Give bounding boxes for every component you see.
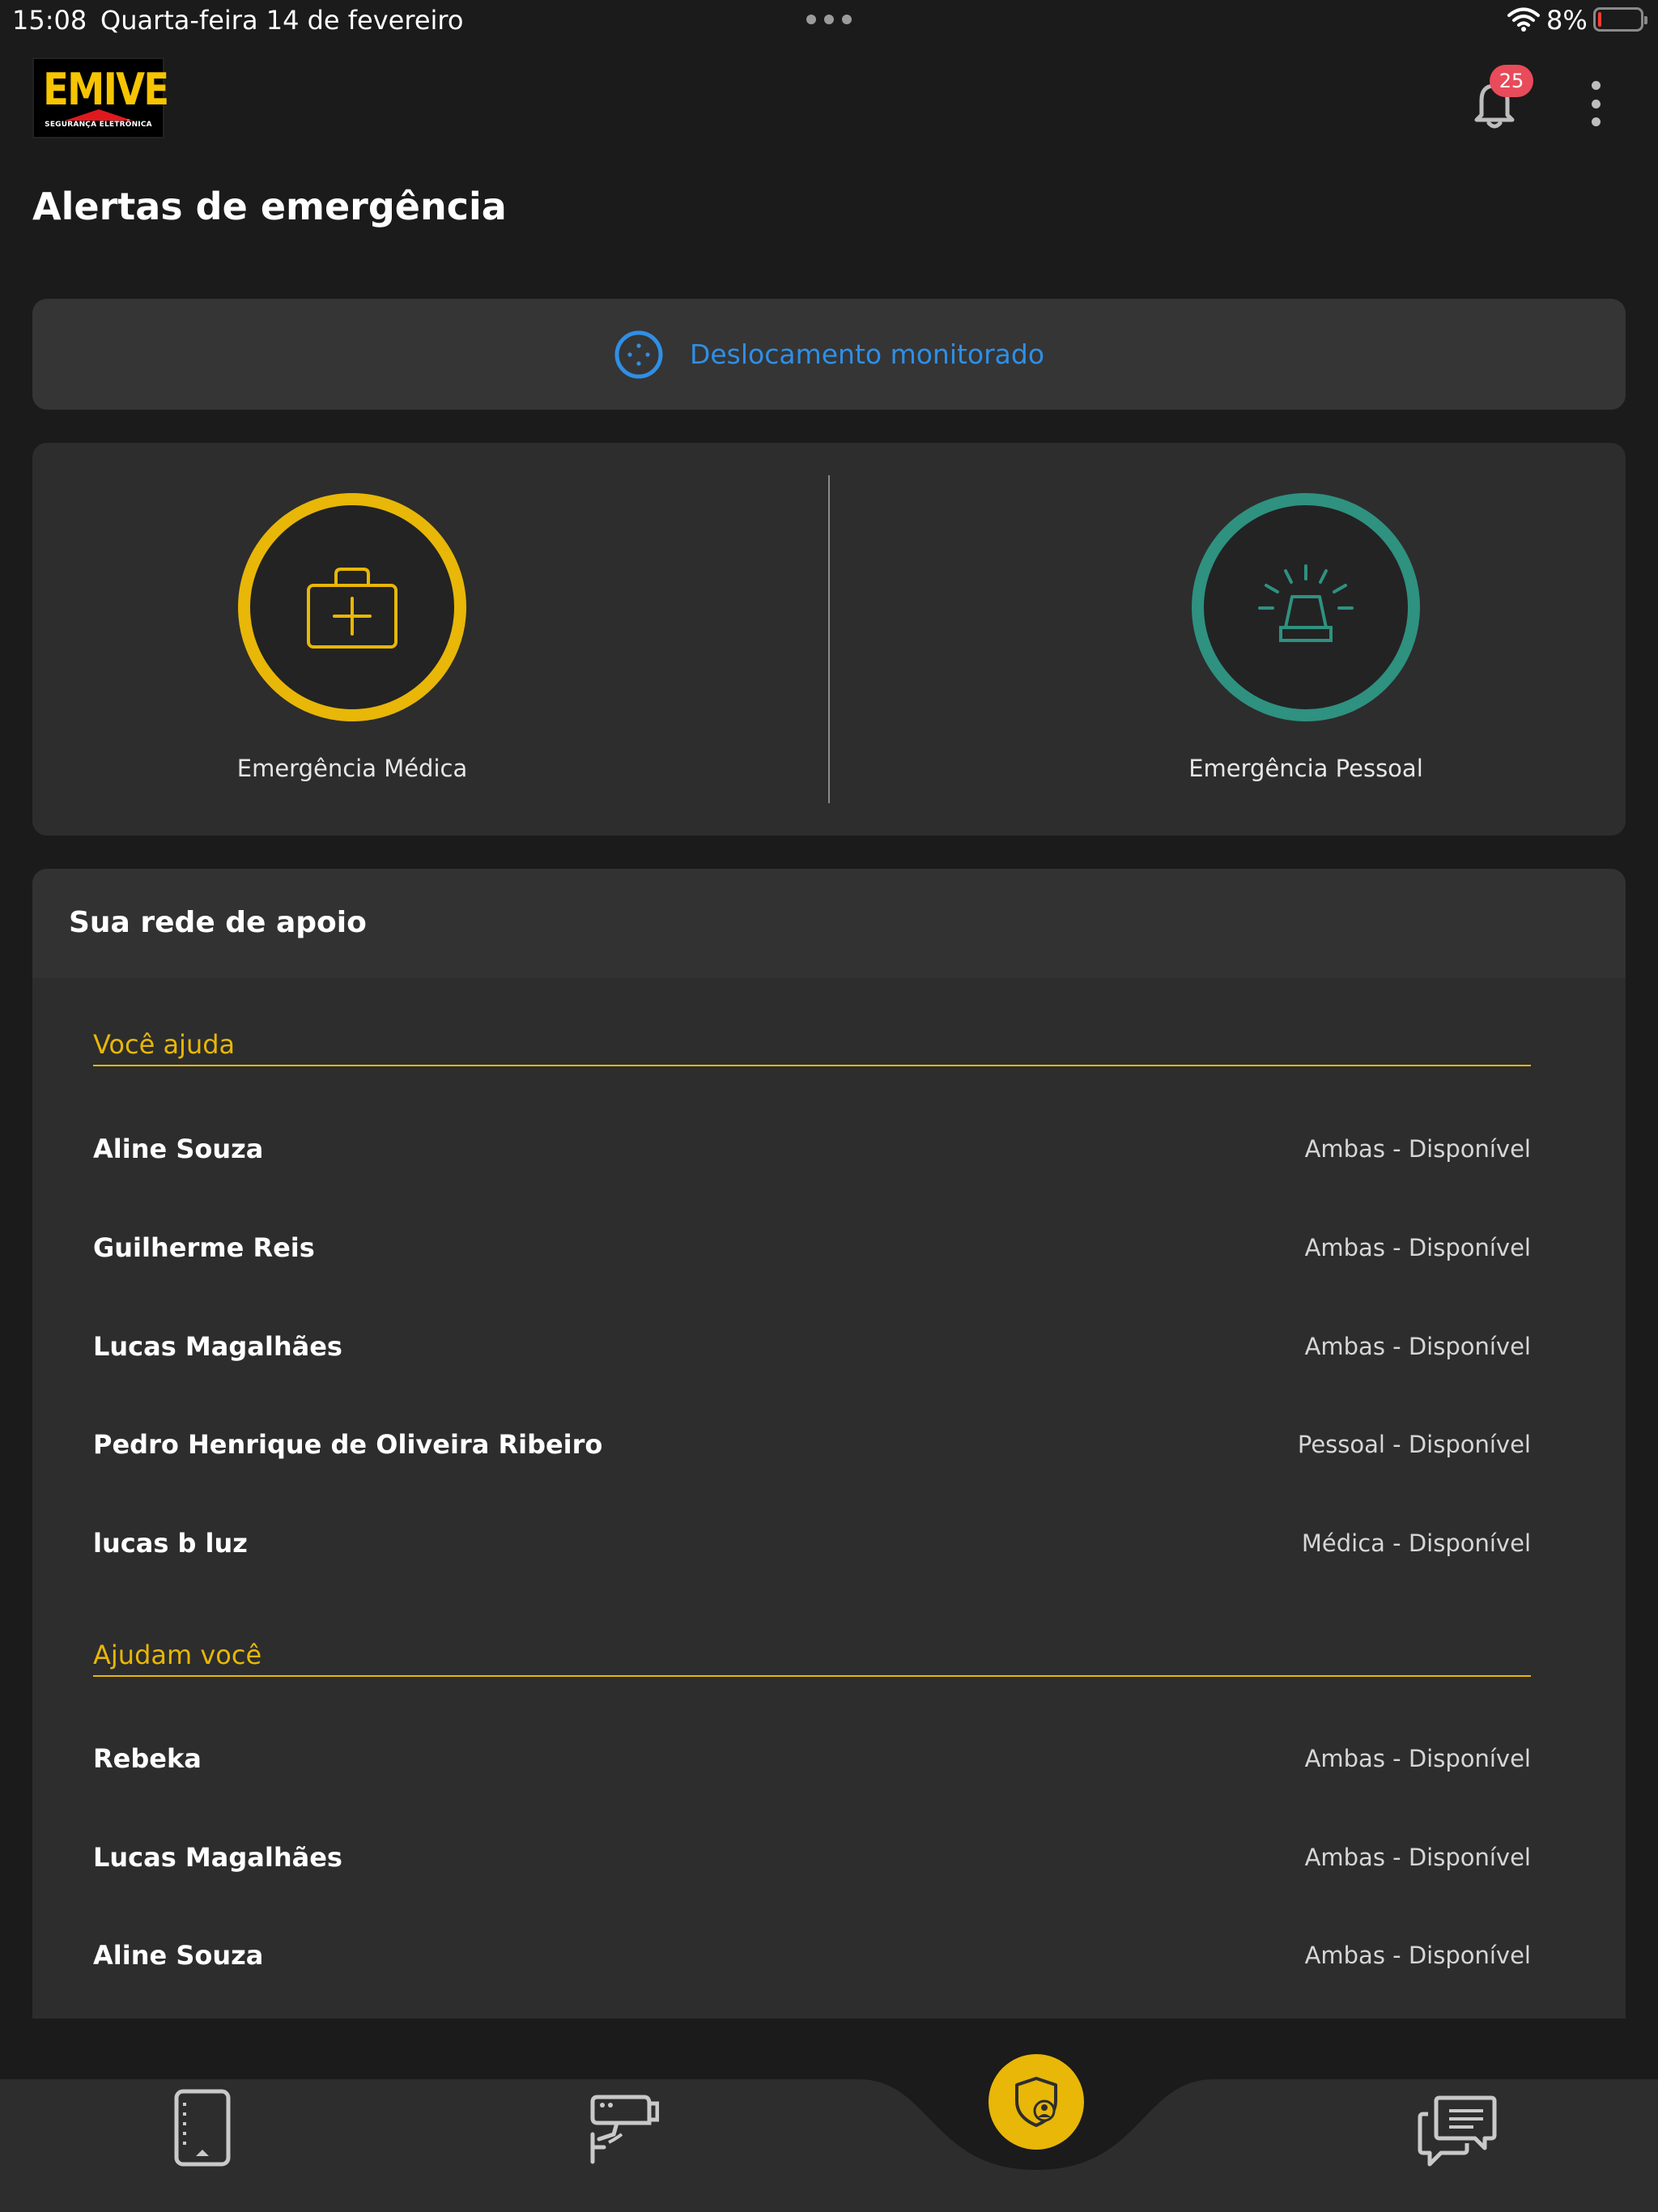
- list-item[interactable]: Rebeka Ambas - Disponível: [93, 1734, 1531, 1783]
- personal-emergency-button[interactable]: [1192, 493, 1420, 721]
- contact-status: Ambas - Disponível: [1304, 1942, 1531, 1969]
- shield-user-icon: [1015, 2077, 1057, 2127]
- monitored-travel-button[interactable]: Deslocamento monitorado: [32, 299, 1626, 410]
- multitasking-dots-icon[interactable]: [806, 15, 852, 26]
- section-you-help-title: Você ajuda: [93, 1029, 236, 1060]
- contact-name: Aline Souza: [93, 1134, 264, 1164]
- list-item[interactable]: lucas b luz Médica - Disponível: [93, 1519, 1531, 1568]
- emergency-alerts-screen: 15:08 Quarta-feira 14 de fevereiro 8% EM…: [0, 0, 1658, 2212]
- contact-status: Ambas - Disponível: [1304, 1333, 1531, 1360]
- list-item[interactable]: Lucas Magalhães Ambas - Disponível: [93, 1833, 1531, 1882]
- section-help-you-underline: [93, 1675, 1531, 1677]
- contact-status: Ambas - Disponível: [1304, 1844, 1531, 1871]
- medical-emergency-button[interactable]: [238, 493, 466, 721]
- contact-status: Ambas - Disponível: [1304, 1234, 1531, 1261]
- medical-emergency-label: Emergência Médica: [236, 755, 468, 782]
- list-item[interactable]: Aline Souza Ambas - Disponível: [93, 1125, 1531, 1173]
- battery-icon: [1593, 7, 1647, 32]
- contact-name: Lucas Magalhães: [93, 1331, 342, 1362]
- list-item[interactable]: Aline Souza Ambas - Disponível: [93, 1931, 1531, 1980]
- emergency-card: Emergência Médica Emergência Pessoal: [32, 443, 1626, 836]
- tab-messages[interactable]: [1417, 2093, 1498, 2167]
- status-date: Quarta-feira 14 de fevereiro: [100, 5, 464, 36]
- security-camera-icon: [590, 2095, 659, 2164]
- section-help-you-title: Ajudam você: [93, 1640, 262, 1670]
- contact-status: Pessoal - Disponível: [1297, 1431, 1531, 1458]
- logo-subtitle: SEGURANÇA ELETRÔNICA: [45, 121, 152, 129]
- divider: [828, 475, 830, 803]
- tab-devices[interactable]: [170, 2087, 235, 2168]
- notification-badge: 25: [1490, 65, 1533, 97]
- contact-status: Ambas - Disponível: [1304, 1135, 1531, 1163]
- emive-logo: EMIVE SEGURANÇA ELETRÔNICA: [32, 57, 169, 138]
- battery-percentage: 8%: [1546, 5, 1588, 36]
- status-time: 15:08: [12, 5, 87, 36]
- wifi-icon: [1507, 7, 1540, 32]
- bottom-tab-bar: [0, 2079, 1658, 2212]
- support-network-card: Sua rede de apoio Você ajuda Aline Souza…: [32, 869, 1626, 2018]
- contact-name: lucas b luz: [93, 1528, 248, 1559]
- list-item[interactable]: Guilherme Reis Ambas - Disponível: [93, 1223, 1531, 1272]
- personal-emergency-label: Emergência Pessoal: [1188, 755, 1423, 782]
- contact-name: Lucas Magalhães: [93, 1842, 342, 1873]
- medical-kit-icon: [307, 568, 397, 649]
- contact-name: Aline Souza: [93, 1940, 264, 1971]
- list-item[interactable]: Lucas Magalhães Ambas - Disponível: [93, 1322, 1531, 1371]
- section-you-help-underline: [93, 1065, 1531, 1066]
- location-target-icon: [614, 330, 663, 378]
- status-bar: 15:08 Quarta-feira 14 de fevereiro 8%: [0, 0, 1658, 40]
- tablet-icon: [174, 2089, 231, 2167]
- list-item[interactable]: Pedro Henrique de Oliveira Ribeiro Pesso…: [93, 1420, 1531, 1469]
- tab-emergency[interactable]: [988, 2054, 1084, 2150]
- contact-name: Guilherme Reis: [93, 1232, 315, 1263]
- contact-name: Pedro Henrique de Oliveira Ribeiro: [93, 1429, 603, 1460]
- siren-icon: [1258, 564, 1354, 642]
- chat-icon: [1418, 2095, 1497, 2167]
- logo-text: EMIVE: [43, 64, 169, 115]
- support-network-header: Sua rede de apoio: [32, 869, 1626, 978]
- monitored-travel-label: Deslocamento monitorado: [689, 338, 1045, 370]
- page-title: Alertas de emergência: [32, 185, 507, 228]
- support-network-title: Sua rede de apoio: [69, 906, 367, 939]
- tab-cameras[interactable]: [585, 2089, 659, 2167]
- contact-status: Médica - Disponível: [1301, 1529, 1531, 1557]
- more-options-icon[interactable]: [1584, 81, 1608, 126]
- contact-name: Rebeka: [93, 1743, 202, 1774]
- contact-status: Ambas - Disponível: [1304, 1745, 1531, 1772]
